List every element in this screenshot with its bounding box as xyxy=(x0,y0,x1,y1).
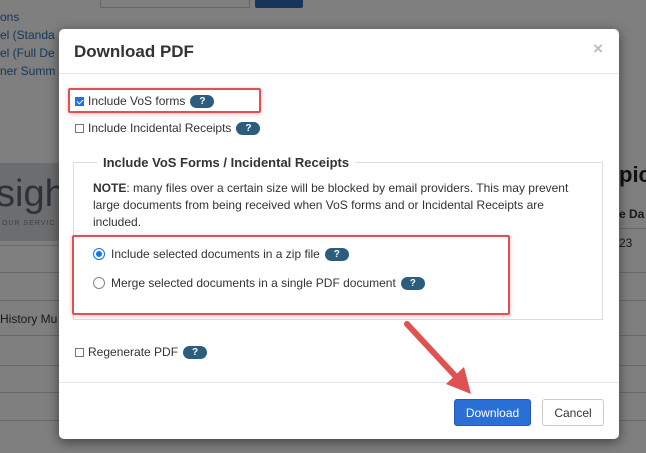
size-warning-note: NOTE: many files over a certain size wil… xyxy=(93,180,593,231)
cancel-button[interactable]: Cancel xyxy=(542,399,604,426)
download-pdf-dialog: Download PDF × Include VoS forms ? Inclu… xyxy=(59,29,619,439)
dialog-title: Download PDF xyxy=(74,42,194,61)
help-icon[interactable]: ? xyxy=(324,247,349,261)
note-label: NOTE xyxy=(93,181,127,195)
help-icon[interactable]: ? xyxy=(236,121,261,135)
merge-pdf-option[interactable]: Merge selected documents in a single PDF… xyxy=(93,276,425,290)
dialog-footer xyxy=(59,382,619,439)
help-icon[interactable]: ? xyxy=(190,94,215,108)
zip-file-option[interactable]: Include selected documents in a zip file… xyxy=(93,247,349,261)
include-incidental-receipts-checkbox[interactable] xyxy=(75,123,84,133)
include-vos-forms-checkbox[interactable] xyxy=(75,96,84,106)
include-vos-forms-label[interactable]: Include VoS forms xyxy=(88,94,185,108)
regenerate-pdf-checkbox[interactable] xyxy=(75,347,84,357)
regenerate-pdf-label[interactable]: Regenerate PDF xyxy=(88,345,178,359)
help-icon[interactable]: ? xyxy=(183,345,208,359)
help-icon[interactable]: ? xyxy=(400,276,425,290)
note-text: : many files over a certain size will be… xyxy=(93,181,569,229)
regenerate-pdf-option[interactable]: Regenerate PDF ? xyxy=(75,345,208,359)
close-icon[interactable]: × xyxy=(593,39,603,59)
zip-file-label[interactable]: Include selected documents in a zip file xyxy=(111,247,320,261)
merge-pdf-radio[interactable] xyxy=(93,277,105,289)
include-incidental-receipts-label[interactable]: Include Incidental Receipts xyxy=(88,121,231,135)
merge-pdf-label[interactable]: Merge selected documents in a single PDF… xyxy=(111,276,396,290)
include-vos-forms-option[interactable]: Include VoS forms ? xyxy=(75,94,215,108)
include-incidental-receipts-option[interactable]: Include Incidental Receipts ? xyxy=(75,121,261,135)
dialog-header: Download PDF × xyxy=(59,29,619,74)
download-button[interactable]: Download xyxy=(454,399,531,426)
fieldset-legend: Include VoS Forms / Incidental Receipts xyxy=(97,155,356,170)
zip-file-radio[interactable] xyxy=(93,248,105,260)
